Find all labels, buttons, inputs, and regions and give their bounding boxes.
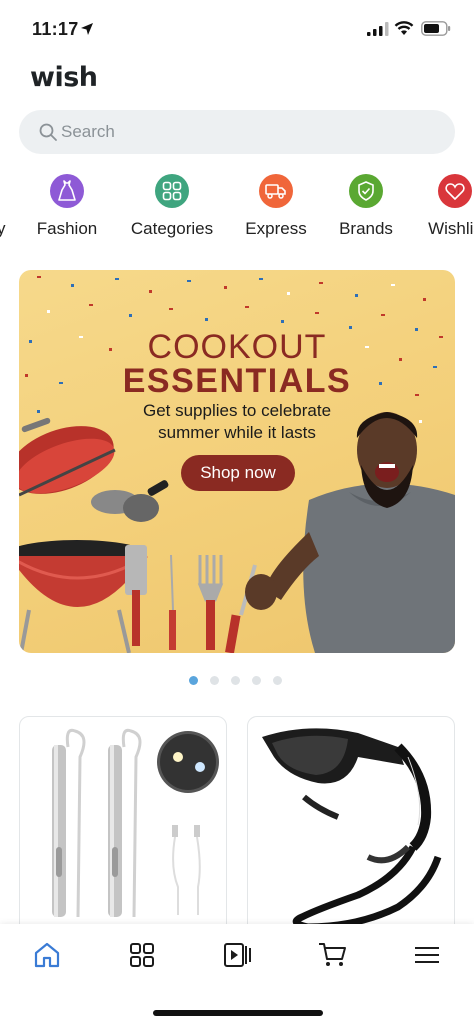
banner-subtitle: Get supplies to celebrate summer while i… [119, 400, 355, 444]
wifi-icon [394, 21, 414, 35]
banner-subtitle-line2: summer while it lasts [158, 423, 316, 442]
cellular-signal-icon [367, 22, 389, 36]
sunglasses-image [262, 728, 442, 931]
penlight-image [52, 728, 219, 918]
banner-subtitle-line1: Get supplies to celebrate [142, 401, 332, 420]
category-label: Categories [130, 219, 214, 238]
grid-icon[interactable] [127, 940, 157, 970]
carousel-indicator[interactable] [189, 676, 282, 685]
shop-now-button[interactable]: Shop now [181, 455, 295, 491]
home-indicator [153, 1010, 323, 1016]
search-input[interactable]: Search [19, 110, 455, 154]
carousel-dot[interactable] [231, 676, 240, 685]
promo-banner[interactable]: COOKOUT ESSENTIALS Get supplies to celeb… [19, 270, 455, 653]
category-label: Express [245, 219, 307, 238]
category-wishlist[interactable]: Wishlis [420, 170, 474, 239]
carousel-dot[interactable] [210, 676, 219, 685]
cart-icon[interactable] [317, 940, 347, 970]
dress-icon [50, 174, 84, 208]
category-partial-label[interactable]: y [0, 219, 6, 239]
home-icon[interactable] [32, 940, 62, 970]
carousel-dot[interactable] [252, 676, 261, 685]
location-arrow-icon [81, 23, 93, 35]
carousel-dot[interactable] [273, 676, 282, 685]
search-placeholder: Search [61, 122, 115, 141]
battery-icon [421, 21, 451, 36]
carousel-dot-active[interactable] [189, 676, 198, 685]
wish-logo[interactable]: wish [30, 62, 98, 93]
menu-icon[interactable] [412, 940, 442, 970]
product-card-penlight[interactable] [19, 716, 227, 936]
truck-icon [259, 174, 293, 208]
category-strip[interactable]: y Fashion Categories Express Brands Wish… [0, 170, 474, 250]
status-bar: 11:17 [0, 0, 474, 56]
video-icon[interactable] [222, 940, 252, 970]
category-categories[interactable]: Categories [126, 170, 218, 239]
search-icon [39, 123, 57, 141]
category-fashion[interactable]: Fashion [33, 170, 101, 239]
heart-icon [438, 174, 472, 208]
status-time: 11:17 [32, 19, 79, 39]
product-card-sunglasses[interactable] [247, 716, 455, 936]
banner-title-line2: ESSENTIALS [122, 362, 352, 400]
category-express[interactable]: Express [242, 170, 310, 239]
category-brands[interactable]: Brands [334, 170, 398, 239]
shield-check-icon [349, 174, 383, 208]
category-label: Wishlis [428, 219, 474, 238]
category-label: Brands [339, 219, 393, 238]
category-label: Fashion [36, 219, 98, 238]
grid-icon [155, 174, 189, 208]
